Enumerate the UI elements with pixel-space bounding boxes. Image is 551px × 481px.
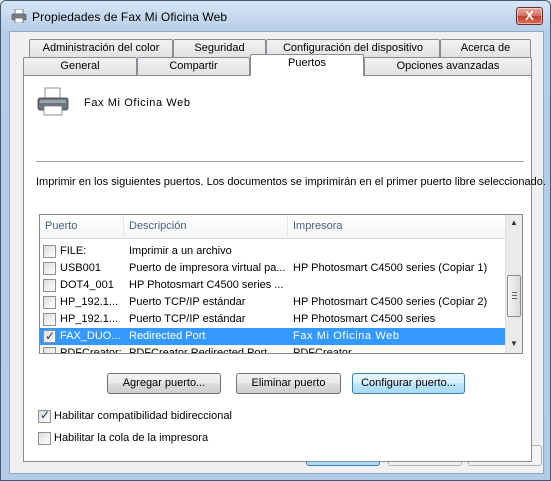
separator — [36, 161, 524, 162]
port-row[interactable]: USB001 Puerto de impresora virtual pa...… — [40, 260, 507, 277]
ports-instruction: Imprimir en los siguientes puertos. Los … — [36, 176, 546, 188]
port-name: PDFCreator: — [60, 347, 122, 354]
configure-port-button[interactable]: Configurar puerto... — [352, 373, 465, 394]
port-description: Imprimir a un archivo — [129, 245, 232, 257]
title-bar[interactable]: Propiedades de Fax Mi Oficina Web X — [1, 1, 550, 31]
port-description: Puerto TCP/IP estándar — [129, 296, 246, 308]
port-name: HP_192.1... — [60, 313, 119, 325]
port-name: FILE: — [60, 245, 87, 257]
tab-sharing[interactable]: Compartir — [137, 57, 250, 75]
port-printer: HP Photosmart C4500 series (Copiar 2) — [293, 296, 488, 308]
printer-name: Fax Mi Oficina Web — [84, 97, 191, 109]
port-checkbox[interactable] — [43, 279, 56, 292]
window-title: Propiedades de Fax Mi Oficina Web — [32, 10, 228, 24]
column-header-description[interactable]: Descripción — [124, 215, 288, 239]
tab-ports[interactable]: Puertos — [250, 54, 364, 76]
port-description: PDFCreator Redirected Port — [129, 347, 268, 354]
tab-color-management[interactable]: Administración del color — [29, 39, 173, 57]
port-checkbox[interactable] — [43, 245, 56, 258]
port-checkbox[interactable] — [43, 296, 56, 309]
port-printer: HP Photosmart C4500 series (Copiar 1) — [293, 262, 488, 274]
port-checkbox[interactable] — [43, 313, 56, 326]
properties-window: Propiedades de Fax Mi Oficina Web X Admi… — [0, 0, 551, 481]
port-description: HP Photosmart C4500 series ... — [129, 279, 284, 291]
port-row-selected[interactable]: FAX_DUO... Redirected Port Fax Mi Oficin… — [40, 328, 507, 345]
port-row[interactable]: HP_192.1... Puerto TCP/IP estándar HP Ph… — [40, 294, 507, 311]
scrollbar-thumb[interactable] — [507, 275, 521, 317]
bidirectional-label[interactable]: Habilitar compatibilidad bidireccional — [54, 410, 232, 422]
port-checkbox[interactable] — [43, 328, 56, 344]
ports-list-scrollbar[interactable]: ▲ ▼ — [505, 215, 522, 353]
add-port-button[interactable]: Agregar puerto... — [107, 373, 221, 394]
port-checkbox[interactable] — [43, 262, 56, 275]
port-printer: Fax Mi Oficina Web — [293, 330, 400, 342]
port-name: DOT4_001 — [60, 279, 114, 291]
port-name: USB001 — [60, 262, 101, 274]
port-row[interactable]: FILE: Imprimir a un archivo — [40, 243, 507, 260]
port-row[interactable]: PDFCreator: PDFCreator Redirected Port P… — [40, 345, 507, 354]
port-checkbox[interactable] — [43, 347, 56, 353]
port-name: HP_192.1... — [60, 296, 119, 308]
scroll-up-icon[interactable]: ▲ — [506, 215, 522, 231]
port-name: FAX_DUO... — [60, 330, 121, 342]
fax-printer-icon — [37, 87, 69, 116]
printer-pooling-label[interactable]: Habilitar la cola de la impresora — [54, 432, 208, 444]
delete-port-button[interactable]: Eliminar puerto — [236, 373, 341, 394]
port-description: Redirected Port — [129, 330, 206, 342]
tab-advanced-options[interactable]: Opciones avanzadas — [364, 57, 532, 75]
port-row[interactable]: HP_192.1... Puerto TCP/IP estándar HP Ph… — [40, 311, 507, 328]
bidirectional-checkbox[interactable] — [38, 408, 51, 423]
ports-tab-panel: Fax Mi Oficina Web Imprimir en los sigui… — [23, 75, 546, 462]
dialog-client-area: Administración del color Seguridad Confi… — [9, 31, 546, 474]
column-header-printer[interactable]: Impresora — [288, 215, 507, 239]
column-header-port[interactable]: Puerto — [40, 215, 124, 239]
port-printer: HP Photosmart C4500 series — [293, 313, 436, 325]
port-printer: PDFCreator — [293, 347, 352, 354]
tab-general[interactable]: General — [23, 57, 137, 75]
ports-list[interactable]: Puerto Descripción Impresora FILE: Impri… — [39, 214, 523, 354]
port-row[interactable]: DOT4_001 HP Photosmart C4500 series ... — [40, 277, 507, 294]
printer-pooling-checkbox[interactable] — [38, 432, 51, 445]
close-window-button[interactable]: X — [516, 7, 543, 25]
scroll-down-icon[interactable]: ▼ — [506, 336, 522, 352]
port-description: Puerto de impresora virtual pa... — [129, 262, 285, 274]
port-description: Puerto TCP/IP estándar — [129, 313, 246, 325]
ports-list-header: Puerto Descripción Impresora — [40, 215, 507, 239]
tab-about[interactable]: Acerca de — [440, 39, 531, 57]
printer-icon — [11, 9, 27, 23]
